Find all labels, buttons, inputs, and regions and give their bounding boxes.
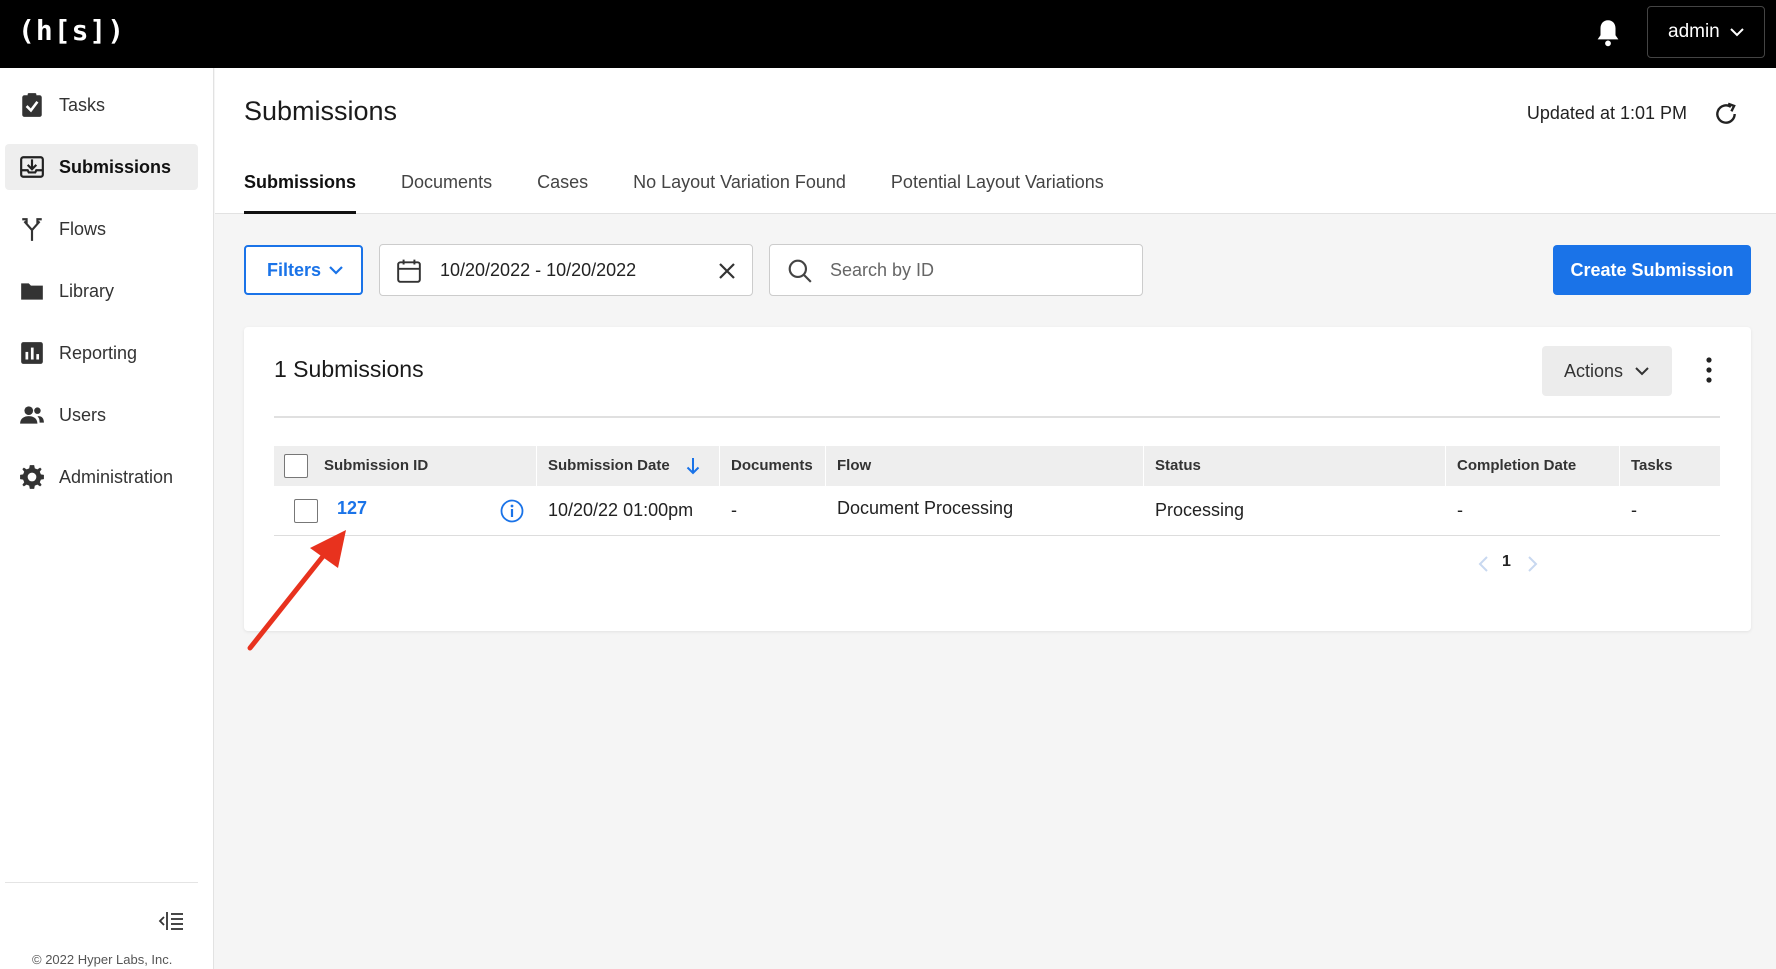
page-number[interactable]: 1 (1502, 553, 1511, 571)
completion-date: - (1457, 500, 1463, 520)
column-header-completion-date[interactable]: Completion Date (1457, 457, 1576, 474)
search-icon (788, 259, 812, 283)
tab-no-layout-variation-found[interactable]: No Layout Variation Found (633, 172, 846, 214)
tab-bar: Submissions Documents Cases No Layout Va… (244, 172, 1149, 214)
tab-potential-layout-variations[interactable]: Potential Layout Variations (891, 172, 1104, 214)
folder-icon (21, 283, 43, 300)
search-input[interactable] (830, 255, 1130, 285)
more-options-icon[interactable] (1704, 355, 1714, 385)
divider (5, 882, 198, 883)
status-text: Processing (1155, 500, 1245, 520)
logo[interactable]: (h[s]) (18, 14, 125, 47)
sidebar-item-label: Flows (59, 218, 107, 239)
actions-label: Actions (1564, 360, 1624, 381)
create-submission-button[interactable]: Create Submission (1553, 245, 1751, 295)
column-header-status[interactable]: Status (1155, 457, 1201, 474)
date-range-field[interactable]: 10/20/2022 - 10/20/2022 (379, 244, 753, 296)
page-title: Submissions (244, 96, 398, 126)
chevron-down-icon (1635, 367, 1649, 376)
pagination: 1 (1477, 551, 1539, 577)
column-separator (825, 446, 826, 486)
chevron-left-icon[interactable] (1477, 555, 1491, 573)
flow-name: Document Processing (837, 498, 1014, 518)
sidebar-item-label: Administration (59, 466, 174, 487)
tab-documents[interactable]: Documents (401, 172, 492, 214)
refresh-icon[interactable] (1713, 101, 1739, 127)
sidebar-item-tasks[interactable]: Tasks (5, 82, 198, 128)
tab-cases[interactable]: Cases (537, 172, 588, 214)
branch-icon (22, 218, 42, 241)
close-icon[interactable] (716, 260, 738, 282)
sidebar-item-label: Users (59, 404, 107, 425)
column-header-flow[interactable]: Flow (837, 457, 871, 474)
gear-icon (20, 465, 44, 489)
bell-icon[interactable] (1594, 18, 1622, 48)
tray-download-icon (20, 156, 44, 178)
submissions-card: 1 Submissions Actions Submission ID Subm… (244, 327, 1751, 631)
submission-id-link[interactable]: 127 (337, 498, 367, 519)
divider (274, 416, 1720, 418)
column-separator (1619, 446, 1620, 486)
sidebar-item-library[interactable]: Library (5, 268, 198, 314)
filters-button[interactable]: Filters (244, 245, 363, 295)
calendar-icon (397, 259, 421, 283)
select-all-checkbox[interactable] (284, 454, 308, 478)
submission-date: 10/20/22 01:00pm (548, 500, 694, 520)
sidebar: Tasks Submissions Flows Library Reportin… (0, 68, 214, 969)
collapse-sidebar-icon[interactable] (158, 910, 184, 932)
column-separator (1445, 446, 1446, 486)
chevron-right-icon[interactable] (1525, 555, 1539, 573)
user-name: admin (1668, 21, 1720, 42)
sidebar-item-flows[interactable]: Flows (5, 206, 198, 252)
table-row[interactable]: 127 10/20/22 01:00pm - Document Processi… (274, 486, 1720, 536)
sidebar-item-label: Submissions (59, 156, 172, 177)
sidebar-item-reporting[interactable]: Reporting (5, 330, 198, 376)
copyright: © 2022 Hyper Labs, Inc. (32, 952, 173, 967)
updated-timestamp: Updated at 1:01 PM (1526, 103, 1687, 123)
sidebar-item-users[interactable]: Users (5, 392, 198, 438)
users-icon (20, 406, 44, 424)
card-title: 1 Submissions (274, 356, 424, 382)
info-icon[interactable] (500, 499, 524, 523)
sidebar-item-label: Reporting (59, 342, 138, 363)
main-content: Submissions Updated at 1:01 PM Submissio… (215, 68, 1776, 969)
sort-descending-icon[interactable] (686, 457, 700, 475)
actions-button[interactable]: Actions (1542, 346, 1672, 396)
search-field (769, 244, 1143, 296)
column-header-submission-date[interactable]: Submission Date (548, 457, 670, 474)
table-header: Submission ID Submission Date Documents … (274, 446, 1720, 486)
column-separator (536, 446, 537, 486)
column-header-submission-id[interactable]: Submission ID (324, 457, 428, 474)
documents-count: - (731, 500, 737, 520)
sidebar-item-label: Library (59, 280, 115, 301)
sidebar-item-submissions[interactable]: Submissions (5, 144, 198, 190)
date-range-value: 10/20/2022 - 10/20/2022 (440, 260, 637, 280)
column-separator (1143, 446, 1144, 486)
column-header-tasks[interactable]: Tasks (1631, 457, 1672, 474)
chevron-down-icon (329, 266, 343, 275)
bar-chart-icon (21, 342, 43, 364)
annotation-arrow-icon (247, 530, 346, 651)
user-menu-button[interactable]: admin (1647, 6, 1765, 58)
column-separator (719, 446, 720, 486)
top-bar: (h[s]) admin (0, 0, 1776, 68)
column-header-documents[interactable]: Documents (731, 457, 813, 474)
clipboard-check-icon (22, 93, 42, 117)
sidebar-item-label: Tasks (59, 94, 106, 115)
sidebar-item-administration[interactable]: Administration (5, 454, 198, 500)
filters-label: Filters (267, 259, 322, 280)
chevron-down-icon (1730, 28, 1744, 37)
tab-submissions[interactable]: Submissions (244, 172, 357, 214)
page-header: Submissions Updated at 1:01 PM Submissio… (215, 68, 1776, 214)
tasks-count: - (1631, 500, 1637, 520)
